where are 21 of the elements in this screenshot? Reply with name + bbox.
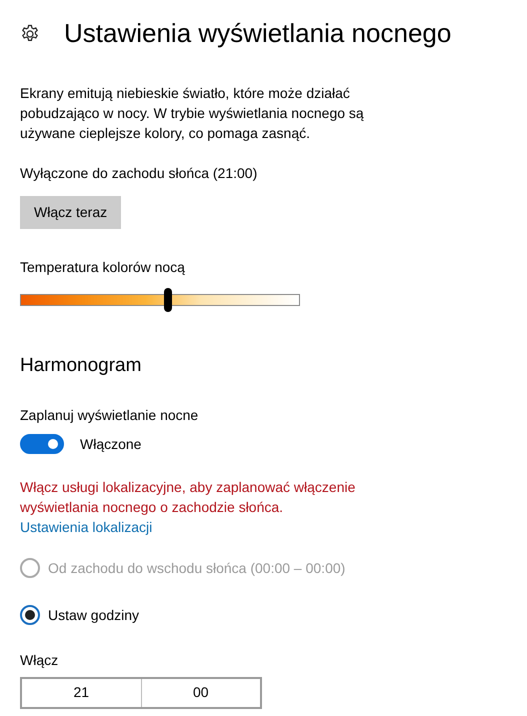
hour-value: 21 — [72, 683, 90, 702]
warning-text: Włącz usługi lokalizacyjne, aby zaplanować włączenie wyświetlania nocnego o zachodzie słońca. — [20, 478, 356, 516]
time-picker[interactable]: 21 00 — [20, 676, 262, 708]
radio-label: Ustaw godziny — [48, 606, 140, 625]
turn-on-now-button[interactable]: Włącz teraz — [20, 196, 122, 229]
slider-thumb[interactable] — [164, 288, 172, 312]
slider-label: Temperatura kolorów nocą — [20, 258, 186, 277]
description-text: Ekrany emitują niebieskie światło, które może działać pobudzająco w nocy. W trybie wyświetlania nocnego są używane cieplejsze kolory, co pomaga zasnąć. — [20, 84, 365, 143]
minute-value: 00 — [140, 678, 260, 706]
toggle-switch[interactable] — [20, 434, 64, 454]
status-text: Wyłączone do zachodu słońca (21:00) — [20, 164, 258, 183]
toggle-state-text: Włączone — [80, 434, 142, 454]
page-title: Ustawienia wyświetlania nocnego — [64, 17, 452, 50]
time-label: Włącz — [20, 650, 60, 670]
temperature-slider[interactable] — [20, 288, 300, 312]
radio-button[interactable] — [20, 605, 40, 625]
toggle-label: Zaplanuj wyświetlanie nocne — [20, 406, 200, 425]
radio-label: Od zachodu do wschodu słońca (00:00 – 00:00) — [48, 558, 346, 578]
section-heading: Harmonogram — [20, 354, 142, 378]
settings-icon — [20, 24, 40, 44]
location-settings-link[interactable]: Ustawienia lokalizacji — [20, 518, 152, 534]
